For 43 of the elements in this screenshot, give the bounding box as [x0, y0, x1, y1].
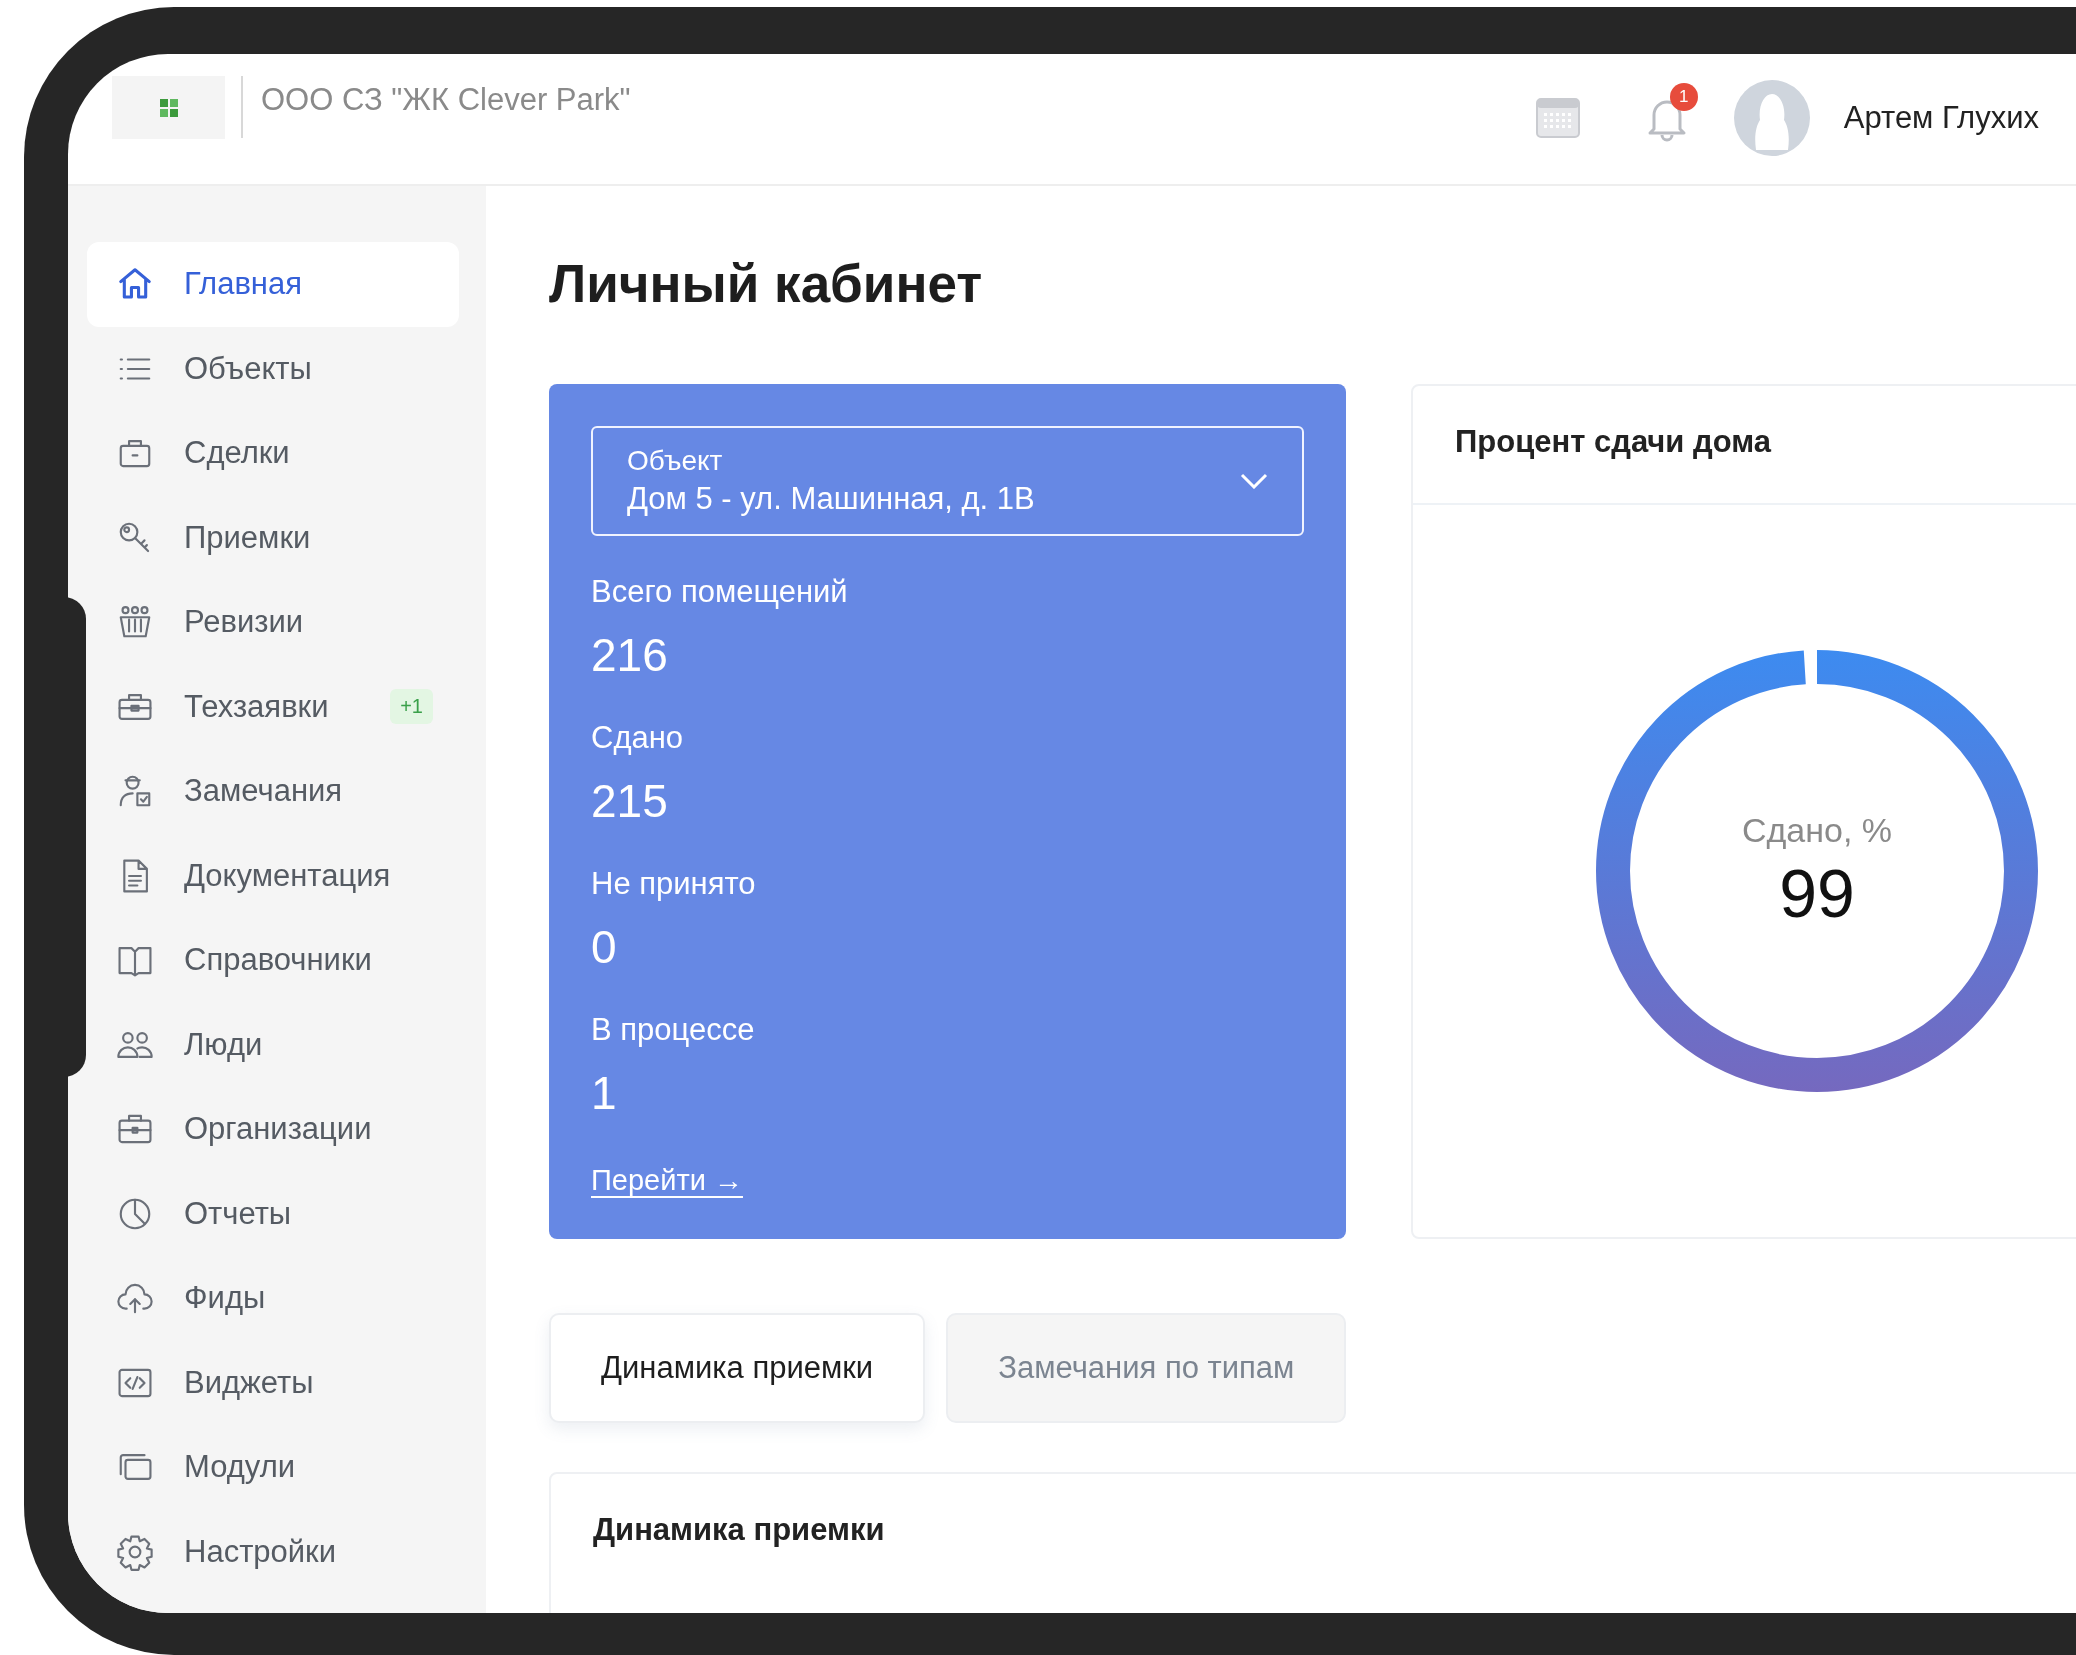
stat-label: В процессе: [591, 1012, 756, 1048]
sidebar-item[interactable]: Люди: [87, 1002, 459, 1087]
logo-icon: [157, 96, 180, 119]
stat-value: 215: [591, 774, 669, 828]
stat-label: Всего помещений: [591, 574, 849, 610]
notification-badge: 1: [1669, 83, 1698, 111]
count-badge: +1: [390, 689, 433, 725]
calendar-icon[interactable]: [1535, 98, 1580, 138]
tab[interactable]: Замечания по типам: [946, 1313, 1347, 1423]
sidebar-item[interactable]: Главная: [87, 242, 459, 327]
stat-label: Не принято: [591, 866, 757, 902]
company-name: ООО СЗ "ЖК Clever Park": [261, 82, 631, 118]
go-link[interactable]: Перейти →: [591, 1164, 743, 1197]
card-title: Процент сдачи дома: [1413, 386, 2076, 505]
sidebar-item[interactable]: Виджеты: [87, 1340, 459, 1425]
sidebar-item[interactable]: Приемки: [87, 495, 459, 580]
sidebar-item[interactable]: Справочники: [87, 918, 459, 1003]
sidebar-item[interactable]: Отчеты: [87, 1171, 459, 1256]
stat-value: 1: [591, 1066, 618, 1120]
stat-label: Сдано: [591, 720, 685, 756]
sidebar-item[interactable]: Организации: [87, 1087, 459, 1172]
sidebar-item[interactable]: Фиды: [87, 1256, 459, 1341]
sidebar-item[interactable]: Модули: [87, 1425, 459, 1510]
sidebar-item[interactable]: Техзаявки +1: [87, 664, 459, 749]
sidebar-item[interactable]: Ревизии: [87, 580, 459, 665]
sidebar-item[interactable]: Настройки: [87, 1509, 459, 1594]
ring-caption: Сдано, %: [1741, 810, 1893, 850]
avatar-icon[interactable]: [1733, 80, 1810, 156]
chevron-down-icon: [1240, 473, 1268, 489]
page-title: Личный кабинет: [549, 253, 984, 315]
sidebar-item[interactable]: Документация: [87, 833, 459, 918]
sidebar-item[interactable]: Объекты: [87, 326, 459, 411]
tab[interactable]: Динамика приемки: [549, 1313, 926, 1423]
stat-value: 0: [591, 920, 618, 974]
object-select[interactable]: Объект Дом 5 - ул. Машинная, д. 1В: [591, 426, 1304, 536]
sidebar-item[interactable]: Сделки: [87, 411, 459, 496]
card-title: Динамика приемки: [593, 1512, 886, 1548]
stat-value: 216: [591, 628, 669, 682]
settings-icon: [116, 1532, 154, 1571]
percent-value: 99: [1779, 853, 1855, 932]
sidebar-item[interactable]: Замечания: [87, 749, 459, 834]
user-name[interactable]: Артем Глухих: [1843, 100, 2039, 136]
company-logo[interactable]: [112, 76, 225, 139]
